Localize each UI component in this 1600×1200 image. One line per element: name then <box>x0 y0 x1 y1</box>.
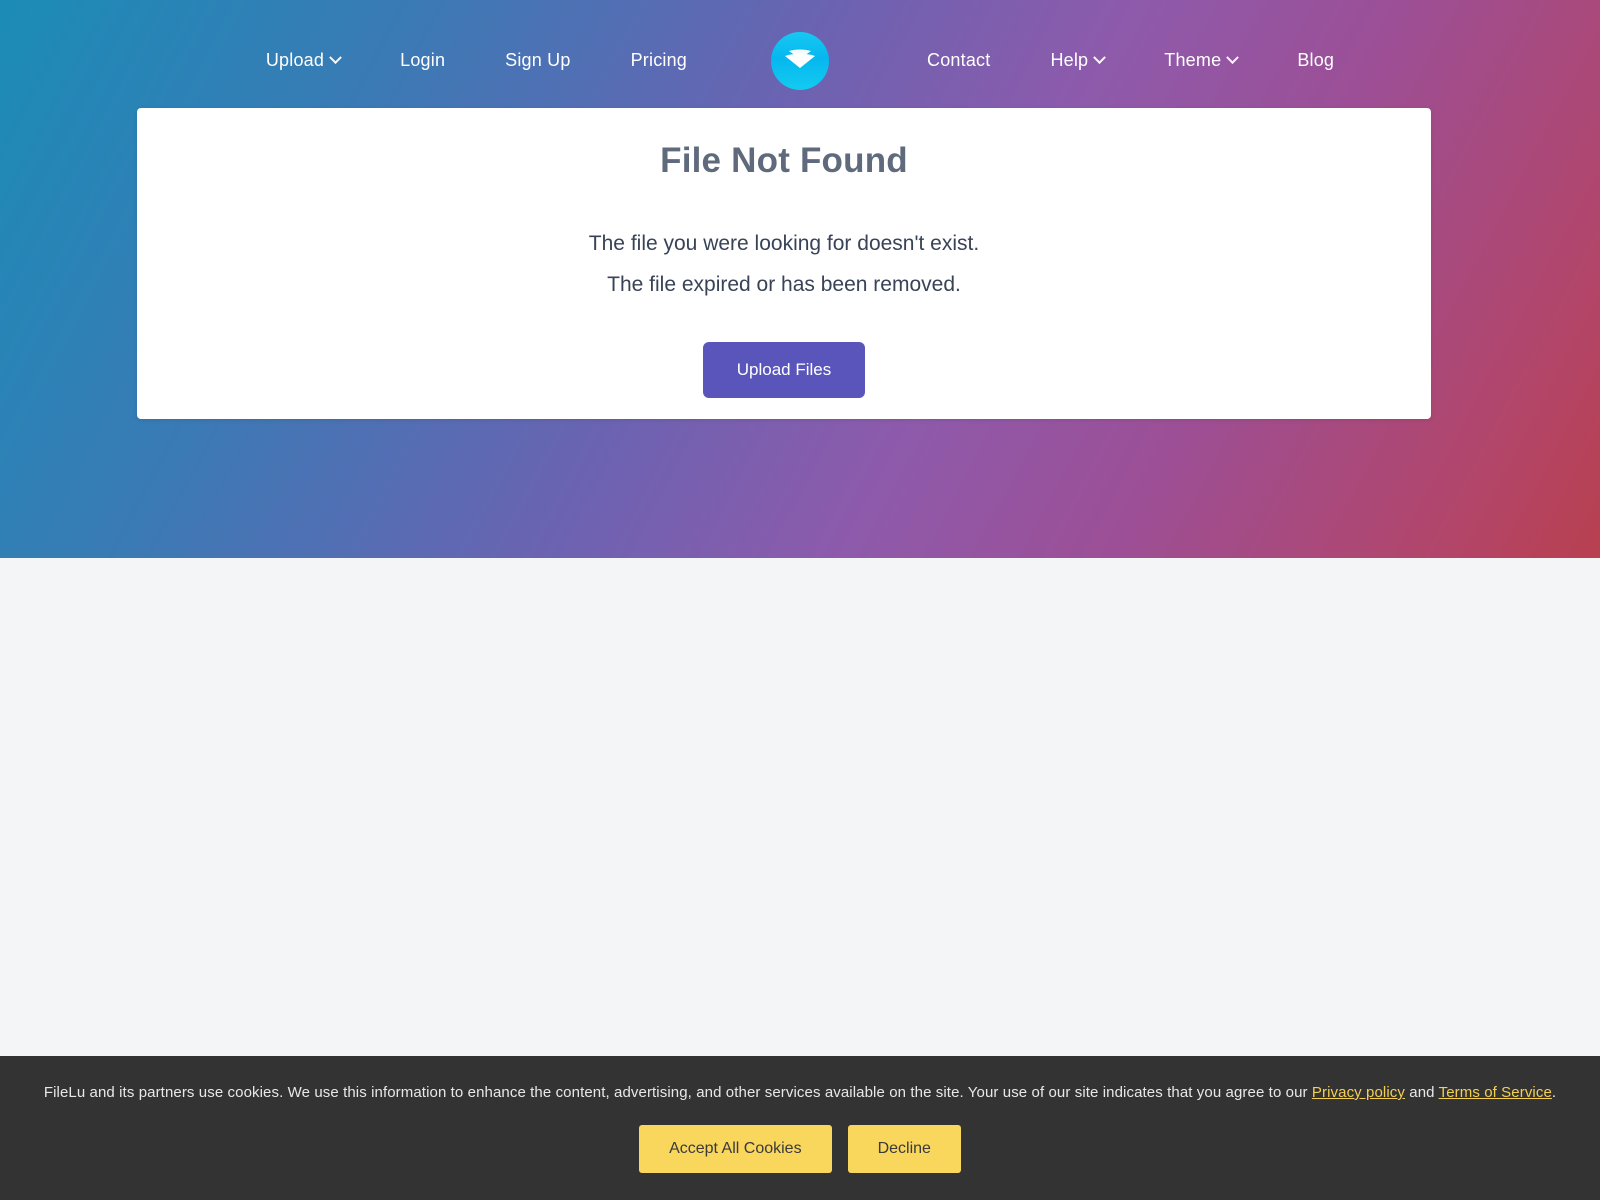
accept-all-cookies-button[interactable]: Accept All Cookies <box>639 1125 832 1173</box>
terms-of-service-link[interactable]: Terms of Service <box>1439 1084 1552 1101</box>
chevron-down-icon <box>329 50 342 64</box>
cookie-text-before: FileLu and its partners use cookies. We … <box>43 1084 1312 1101</box>
nav-item-label: Blog <box>1297 49 1335 70</box>
cookie-text-middle: and <box>1405 1084 1439 1101</box>
hero-section: Upload Login Sign Up Pricing Contact Hel… <box>0 0 1600 558</box>
nav-item-label: Sign Up <box>505 49 571 70</box>
cookie-banner: FileLu and its partners use cookies. We … <box>0 1056 1600 1200</box>
nav-item-label: Help <box>1050 49 1089 70</box>
privacy-policy-link[interactable]: Privacy policy <box>1312 1084 1405 1101</box>
filelu-chevron-logo-icon <box>785 49 815 68</box>
error-message: The file you were looking for doesn't ex… <box>137 224 1431 306</box>
cookie-banner-actions: Accept All Cookies Decline <box>0 1125 1600 1173</box>
nav-item-help[interactable]: Help <box>1050 49 1107 71</box>
nav-item-label: Login <box>400 49 446 70</box>
nav-item-login[interactable]: Login <box>400 50 445 71</box>
decline-cookies-button[interactable]: Decline <box>847 1125 961 1173</box>
nav-item-contact[interactable]: Contact <box>927 50 990 71</box>
nav-item-pricing[interactable]: Pricing <box>631 50 687 71</box>
nav-item-label: Upload <box>265 49 325 70</box>
page-title: File Not Found <box>660 141 908 180</box>
chevron-down-icon <box>1226 50 1240 64</box>
nav-item-label: Contact <box>927 49 991 70</box>
nav-left-group: Upload Login Sign Up Pricing <box>266 50 687 71</box>
file-not-found-card: File Not Found The file you were looking… <box>137 108 1431 419</box>
error-message-line-1: The file you were looking for doesn't ex… <box>588 232 980 255</box>
nav-item-blog[interactable]: Blog <box>1297 50 1334 71</box>
error-message-line-2: The file expired or has been removed. <box>607 272 961 296</box>
chevron-down-icon <box>1093 50 1107 64</box>
nav-item-theme[interactable]: Theme <box>1164 49 1240 71</box>
nav-item-label: Pricing <box>630 49 688 70</box>
upload-files-button[interactable]: Upload Files <box>702 341 866 398</box>
cookie-text-after: . <box>1551 1084 1557 1101</box>
nav-item-sign-up[interactable]: Sign Up <box>505 50 570 71</box>
cookie-banner-text: FileLu and its partners use cookies. We … <box>0 1084 1600 1101</box>
nav-right-group: Contact Help Theme Blog <box>927 50 1334 71</box>
nav-item-upload[interactable]: Upload <box>265 49 342 71</box>
nav-item-label: Theme <box>1164 49 1222 70</box>
filelu-logo[interactable] <box>771 32 829 90</box>
main-navigation: Upload Login Sign Up Pricing Contact Hel… <box>0 0 1600 120</box>
